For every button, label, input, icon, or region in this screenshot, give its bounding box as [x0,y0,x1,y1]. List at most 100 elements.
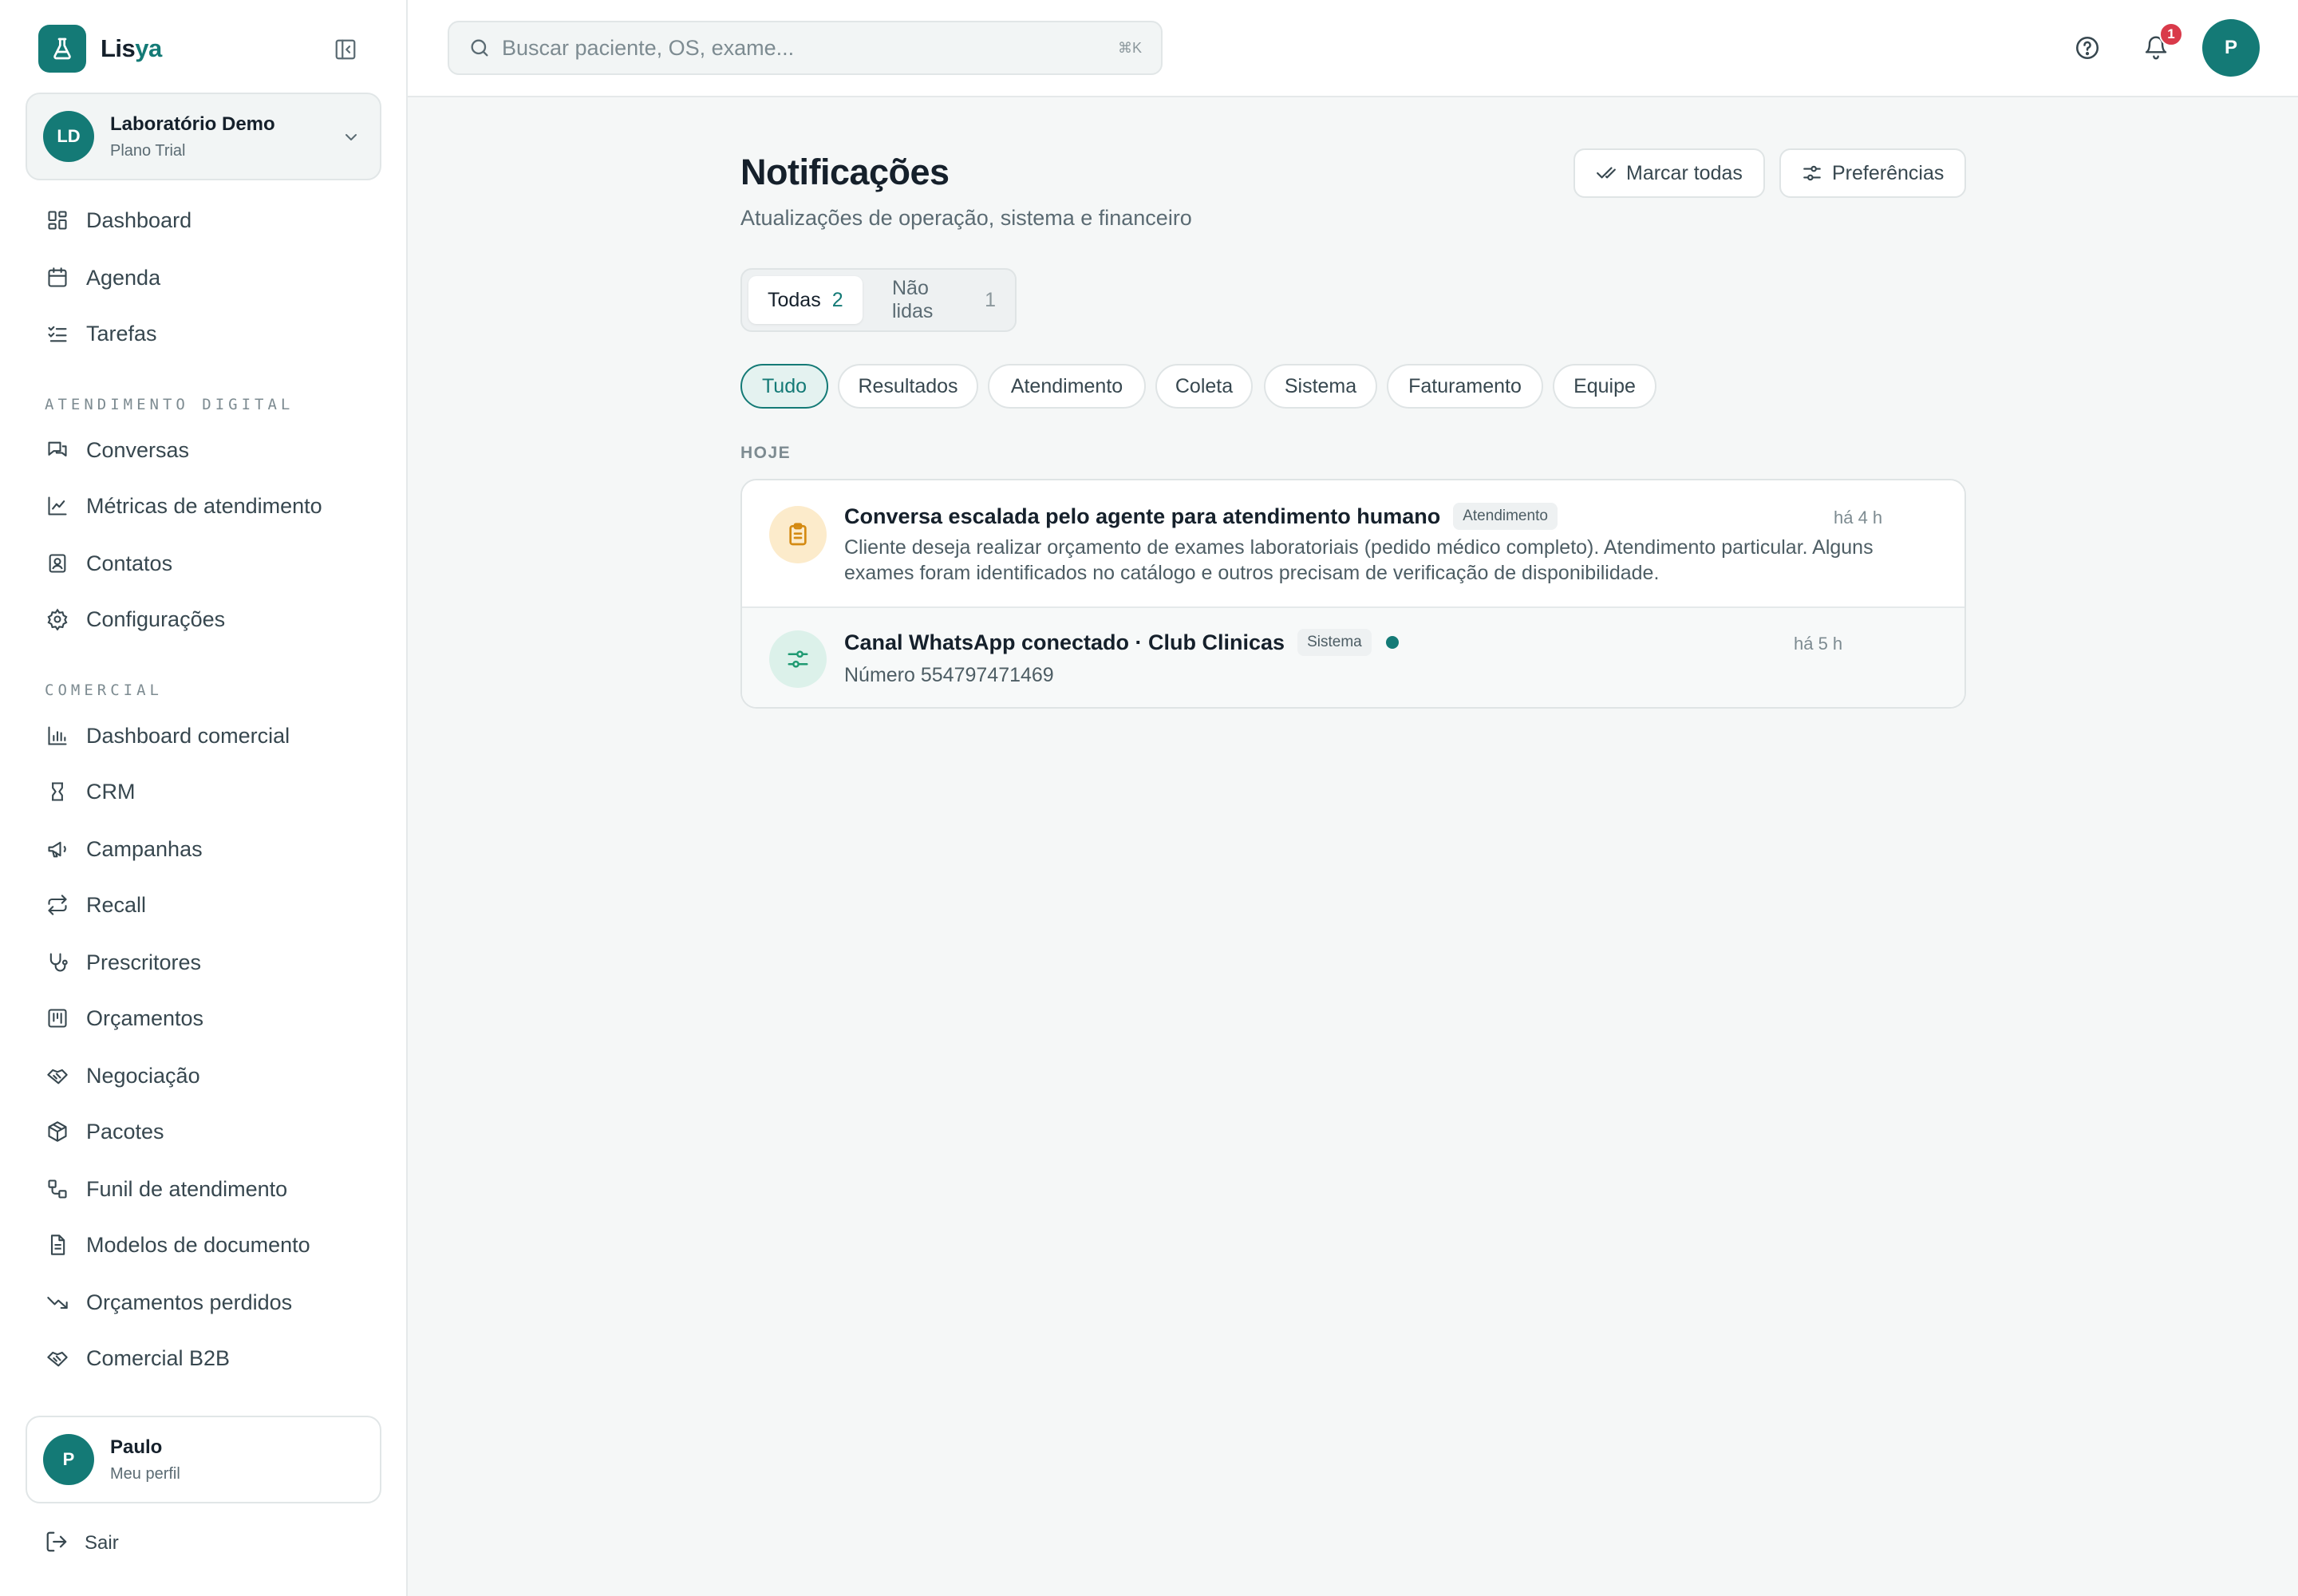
help-button[interactable] [2070,30,2105,65]
sidebar-item-prescritores[interactable]: Prescritores [45,945,201,980]
sidebar-item-label: Recall [86,892,147,917]
help-circle-icon [2075,36,2099,60]
sidebar-item-modelos[interactable]: Modelos de documento [45,1227,310,1262]
sidebar-item-dashboard-comercial[interactable]: Dashboard comercial [45,718,290,753]
sidebar-item-label: Configurações [86,606,226,631]
search-input[interactable] [502,35,1076,61]
sidebar-item-label: Prescritores [86,950,202,974]
sidebar-item-label: Conversas [86,437,190,462]
tab-count: 2 [831,288,843,311]
sidebar-item-label: Orçamentos [86,1005,204,1030]
logout-label: Sair [85,1532,119,1554]
notification-item[interactable]: Conversa escalada pelo agente para atend… [742,480,1964,608]
package-icon [45,1119,70,1144]
sidebar-item-contatos[interactable]: Contatos [45,546,172,581]
filter-chip-atendimento[interactable]: Atendimento [988,364,1146,409]
sidebar-item-pacotes[interactable]: Pacotes [45,1114,164,1149]
sidebar-item-label: Orçamentos perdidos [86,1290,293,1314]
tab-todas[interactable]: Todas 2 [748,276,863,324]
unread-indicator [1385,636,1399,649]
filter-chip-tudo[interactable]: Tudo [740,364,828,409]
collapse-sidebar-button[interactable] [330,35,361,64]
preferences-label: Preferências [1832,161,1945,184]
double-check-icon [1597,167,1616,179]
profile-name: Paulo [110,1436,163,1458]
tasks-icon [45,321,70,346]
filter-chip-resultados[interactable]: Resultados [838,364,978,409]
preferences-button[interactable]: Preferências [1779,148,1967,198]
crm-icon [45,779,70,804]
brand-name: Lisya [101,34,162,62]
notifications-button[interactable]: 1 [2138,22,2183,65]
avatar: P [43,1434,94,1485]
sidebar-item-conversas[interactable]: Conversas [45,433,189,468]
sidebar-item-agenda[interactable]: Agenda [45,260,160,295]
notification-time: há 4 h [1834,508,1883,527]
sidebar-item-funil[interactable]: Funil de atendimento [45,1171,287,1207]
mark-all-read-button[interactable]: Marcar todas [1573,148,1765,198]
filter-chip-faturamento[interactable]: Faturamento [1387,364,1543,409]
notification-tag: Sistema [1297,629,1372,656]
sidebar-item-campanhas[interactable]: Campanhas [45,832,203,867]
sidebar-item-crm[interactable]: CRM [45,774,136,809]
profile-card[interactable]: P Paulo Meu perfil [26,1416,381,1503]
sidebar-item-tarefas[interactable]: Tarefas [45,316,157,351]
section-label-comercial: COMERCIAL [45,681,163,699]
contacts-icon [45,551,70,576]
sidebar-item-recall[interactable]: Recall [45,887,146,922]
settings-sliders-icon [1803,165,1821,181]
megaphone-icon [45,836,70,862]
notification-item[interactable]: Canal WhatsApp conectado · Club Clinicas… [742,608,1964,707]
sidebar-item-label: Agenda [86,265,161,290]
document-icon [45,1232,70,1258]
sidebar-item-label: Dashboard [86,207,192,232]
quote-icon [45,1005,70,1031]
group-label-today: HOJE [740,444,792,462]
page-title: Notificações [740,152,950,192]
chat-icon [45,437,70,463]
notification-count-badge: 1 [2159,22,2183,46]
sidebar-item-label: Pacotes [86,1119,164,1144]
stethoscope-icon [45,950,70,975]
filter-chip-sistema[interactable]: Sistema [1264,364,1377,409]
sidebar-item-orcamentos-perdidos[interactable]: Orçamentos perdidos [45,1285,292,1320]
sidebar-item-label: Campanhas [86,836,203,861]
bar-chart-icon [45,723,70,749]
sidebar-item-label: Dashboard comercial [86,723,290,748]
sidebar-item-label: CRM [86,779,136,804]
funnel-icon [45,1176,70,1202]
topbar: ⌘K 1 P [408,0,2298,97]
sidebar-item-metricas[interactable]: Métricas de atendimento [45,488,322,523]
search-box[interactable]: ⌘K [448,21,1163,75]
gear-icon [45,606,70,632]
calendar-icon [45,265,70,290]
brand[interactable]: Lisya [38,24,162,73]
sidebar-item-label: Tarefas [86,321,157,346]
sidebar-item-label: Negociação [86,1063,200,1088]
sidebar-item-orcamentos[interactable]: Orçamentos [45,1001,203,1036]
sidebar-item-configuracoes[interactable]: Configurações [45,602,225,637]
flask-icon [38,25,86,73]
notifications-list: Conversa escalada pelo agente para atend… [740,479,1966,709]
filter-chip-coleta[interactable]: Coleta [1155,364,1253,409]
sidebar-item-dashboard[interactable]: Dashboard [45,203,192,238]
notification-title: Canal WhatsApp conectado · Club Clinicas [844,630,1285,654]
read-status-tabs: Todas 2 Não lidas 1 [740,268,1017,332]
notification-title: Conversa escalada pelo agente para atend… [844,504,1441,528]
org-switcher[interactable]: LD Laboratório Demo Plano Trial [26,93,381,180]
filter-chip-equipe[interactable]: Equipe [1553,364,1656,409]
sidebar-item-negociacao[interactable]: Negociação [45,1058,200,1093]
org-name: Laboratório Demo [110,113,275,135]
handshake-icon [45,1345,70,1371]
tab-nao-lidas[interactable]: Não lidas 1 [873,276,1015,324]
sidebar-item-label: Comercial B2B [86,1345,231,1370]
user-avatar-button[interactable]: P [2202,19,2260,77]
repeat-icon [45,892,70,918]
sidebar-item-comercial-b2b[interactable]: Comercial B2B [45,1341,230,1376]
tab-label: Não lidas [892,277,934,322]
sidebar-item-label: Métricas de atendimento [86,493,322,518]
search-icon [471,39,488,57]
mark-all-label: Marcar todas [1626,161,1743,184]
logout-button[interactable]: Sair [45,1526,119,1561]
clipboard-icon [769,506,827,563]
